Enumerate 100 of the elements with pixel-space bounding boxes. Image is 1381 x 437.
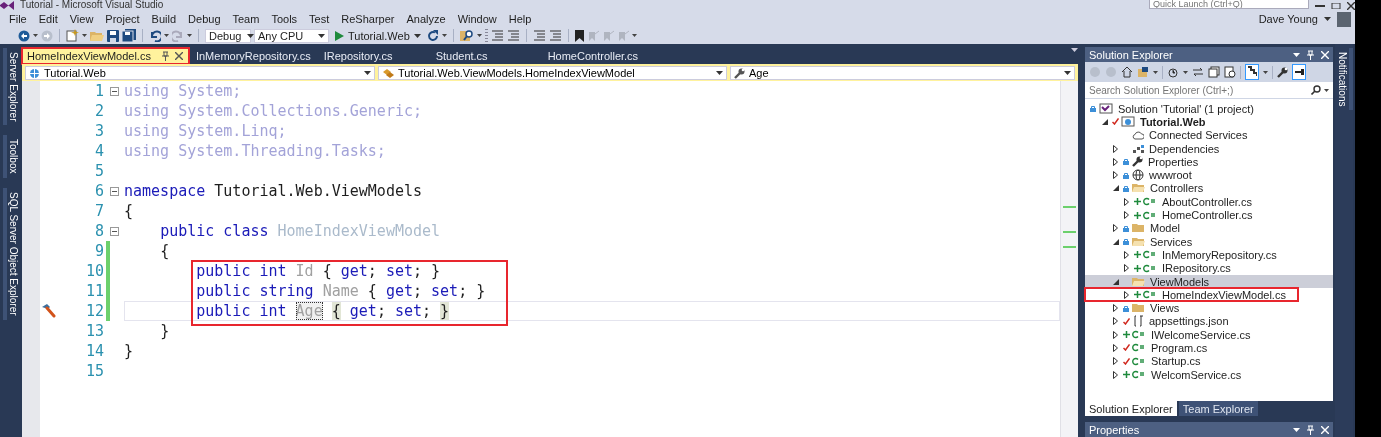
collapsed-arrow-icon[interactable] (1113, 357, 1118, 366)
history-icon[interactable] (1167, 66, 1179, 78)
collapsed-arrow-icon[interactable] (1113, 144, 1118, 153)
dropdown-icon[interactable] (364, 71, 371, 75)
quick-launch-field[interactable]: Quick Launch (Ctrl+Q) (1149, 0, 1309, 9)
switch-views-icon[interactable] (1137, 66, 1149, 78)
collapsed-arrow-icon[interactable] (1113, 224, 1118, 233)
menu-item[interactable]: Test (303, 12, 336, 26)
menu-item[interactable]: Team (226, 12, 266, 26)
document-tab[interactable]: HomeController.cs (542, 48, 653, 64)
tree-item[interactable]: Services (1085, 234, 1333, 249)
tree-item[interactable]: AboutController.cs (1085, 195, 1333, 209)
type-dropdown[interactable]: Tutorial.Web.ViewModels.HomeIndexViewModel (378, 66, 727, 80)
tree-item[interactable]: Controllers (1085, 181, 1333, 196)
tree-item[interactable]: Connected Services (1085, 128, 1333, 142)
dropdown-icon[interactable] (1293, 52, 1300, 57)
close-icon[interactable] (174, 52, 183, 60)
sync-icon[interactable] (1192, 66, 1204, 78)
menu-item[interactable]: File (3, 12, 33, 26)
tree-item[interactable]: HomeIndexViewModel.cs (1085, 288, 1298, 302)
tree-item[interactable]: appsettings.json (1085, 314, 1333, 329)
tree-item[interactable]: Properties (1085, 155, 1333, 169)
dropdown-icon[interactable] (1064, 71, 1071, 75)
member-dropdown[interactable]: Age (730, 66, 1075, 80)
panel-tab[interactable]: Solution Explorer (1085, 401, 1177, 416)
menu-item[interactable]: Analyze (400, 12, 452, 26)
collapsed-arrow-icon[interactable] (1113, 171, 1118, 180)
collapsed-arrow-icon[interactable] (1113, 330, 1118, 339)
undo-icon[interactable] (149, 29, 161, 42)
menu-item[interactable]: Build (145, 12, 183, 26)
tree-item[interactable]: Views (1085, 301, 1333, 315)
dropdown-icon[interactable] (716, 71, 723, 75)
expanded-arrow-icon[interactable] (1112, 185, 1119, 192)
dropdown-icon[interactable] (318, 33, 325, 38)
refresh-icon[interactable] (426, 29, 439, 42)
start-button[interactable]: Tutorial.Web (332, 29, 424, 42)
uncomment-icon[interactable] (548, 29, 562, 42)
filter-icon[interactable] (1247, 66, 1257, 78)
collapsed-arrow-icon[interactable] (1124, 290, 1129, 299)
find-in-files-icon[interactable] (459, 29, 474, 42)
show-all-files-icon[interactable] (1224, 66, 1236, 78)
dropdown-icon[interactable] (1293, 427, 1300, 432)
comment-icon[interactable] (532, 29, 546, 42)
collapsed-arrow-icon[interactable] (1113, 304, 1118, 313)
tree-item[interactable]: Model (1085, 221, 1333, 235)
scrollbar[interactable] (1060, 81, 1078, 437)
tree-item[interactable]: Solution 'Tutorial' (1 project) (1085, 102, 1333, 116)
tree-item[interactable]: wwwroot (1085, 168, 1333, 182)
collapse-icon[interactable] (110, 226, 119, 236)
close-icon[interactable] (1347, 1, 1355, 10)
expanded-arrow-icon[interactable] (1112, 238, 1119, 245)
save-all-icon[interactable] (122, 29, 136, 42)
platform-dropdown[interactable]: Any CPU (254, 28, 329, 43)
collapsed-arrow-icon[interactable] (1113, 370, 1118, 379)
menu-item[interactable]: Edit (32, 12, 64, 26)
dropdown-icon[interactable] (1324, 17, 1331, 21)
panel-tab[interactable]: Team Explorer (1178, 401, 1258, 416)
menu-item[interactable]: Window (451, 12, 503, 26)
tool-window-tab[interactable]: Notifications (1335, 48, 1353, 111)
tree-item[interactable]: Program.cs (1085, 341, 1333, 355)
bookmark-icon[interactable] (574, 29, 584, 42)
user-name[interactable]: Dave Young (1258, 13, 1318, 25)
back-icon[interactable] (18, 29, 30, 42)
menu-item[interactable]: Project (99, 12, 146, 26)
expanded-arrow-icon[interactable] (1101, 118, 1108, 125)
menu-item[interactable]: View (63, 12, 100, 26)
menu-item[interactable]: ReSharper (335, 12, 401, 26)
tree-item[interactable]: WelcomService.cs (1085, 367, 1333, 382)
menu-item[interactable]: Tools (265, 12, 304, 26)
quick-info-icon[interactable] (506, 29, 520, 42)
hammer-icon[interactable] (40, 304, 56, 318)
document-tab[interactable]: InMemoryRepository.cs (190, 48, 317, 64)
collapsed-arrow-icon[interactable] (1124, 264, 1129, 273)
tree-item[interactable]: IRepository.cs (1085, 261, 1333, 275)
menu-item[interactable]: Debug (182, 12, 227, 26)
tree-item[interactable]: IWelcomeService.cs (1085, 328, 1333, 342)
tree-item[interactable]: Startup.cs (1085, 354, 1333, 368)
menu-item[interactable]: Help (502, 12, 538, 26)
preview-icon[interactable] (1294, 66, 1304, 78)
document-tab[interactable]: HomeIndexViewModel.cs (22, 48, 189, 64)
search-field[interactable]: Search Solution Explorer (Ctrl+;) (1085, 82, 1333, 99)
collapsed-arrow-icon[interactable] (1113, 344, 1118, 352)
project-dropdown[interactable]: Tutorial.Web (25, 66, 375, 80)
collapse-all-icon[interactable] (1208, 66, 1220, 78)
collapsed-arrow-icon[interactable] (1113, 317, 1118, 326)
document-tab[interactable]: Student.cs (430, 48, 541, 64)
collapsed-arrow-icon[interactable] (1124, 250, 1129, 259)
tab-list-icon[interactable] (1071, 48, 1078, 52)
tree-item[interactable]: ViewModels (1085, 274, 1333, 289)
collapsed-arrow-icon[interactable] (1124, 211, 1129, 219)
pin-icon[interactable] (160, 51, 170, 61)
configuration-dropdown[interactable]: Debug (205, 28, 251, 43)
tree-item[interactable]: HomeController.cs (1085, 208, 1333, 222)
step-icon[interactable] (490, 29, 504, 42)
tree-item[interactable]: InMemoryRepository.cs (1085, 248, 1333, 262)
collapsed-arrow-icon[interactable] (1113, 157, 1118, 166)
home-icon[interactable] (1121, 66, 1133, 78)
save-icon[interactable] (107, 29, 119, 42)
dropdown-icon[interactable] (413, 33, 421, 38)
expanded-arrow-icon[interactable] (1112, 278, 1119, 285)
